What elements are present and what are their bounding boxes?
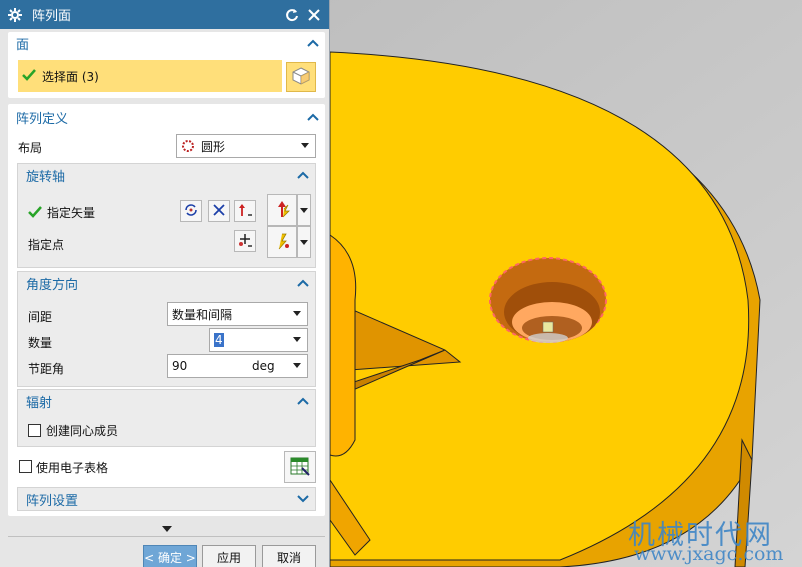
chevron-down-icon bbox=[293, 363, 301, 368]
vector-options-dropdown[interactable] bbox=[297, 194, 311, 226]
rotation-axis-title: 旋转轴 bbox=[26, 169, 66, 185]
array-definition-header[interactable]: 阵列定义 bbox=[8, 104, 325, 130]
rotation-axis-header[interactable]: 旋转轴 bbox=[18, 164, 315, 186]
circular-layout-icon bbox=[181, 139, 195, 153]
divider bbox=[8, 536, 325, 537]
point-plus-icon bbox=[237, 232, 253, 251]
cycle-arrows-icon bbox=[183, 202, 199, 221]
spacing-value: 数量和间隔 bbox=[172, 307, 233, 322]
radiate-group: 辐射 创建同心成员 bbox=[17, 389, 316, 447]
concentric-members-label: 创建同心成员 bbox=[46, 424, 119, 438]
array-settings-group[interactable]: 阵列设置 bbox=[17, 487, 316, 511]
chevron-down-icon bbox=[301, 143, 309, 148]
chevron-down-icon bbox=[293, 311, 301, 316]
cube-icon bbox=[291, 66, 311, 89]
array-settings-header[interactable]: 阵列设置 bbox=[18, 488, 315, 510]
array-definition-title: 阵列定义 bbox=[16, 111, 69, 127]
cross-arrows-icon bbox=[211, 202, 227, 221]
gear-icon[interactable] bbox=[6, 6, 24, 24]
check-icon bbox=[28, 206, 42, 221]
use-spreadsheet-checkbox[interactable] bbox=[19, 460, 32, 473]
face-section-header[interactable]: 面 bbox=[8, 32, 325, 54]
chevron-up-icon[interactable] bbox=[295, 275, 311, 291]
triangle-down-icon bbox=[162, 521, 172, 535]
chevron-down-icon bbox=[300, 203, 308, 217]
face-section: 面 选择面 (3) bbox=[8, 32, 325, 98]
close-icon[interactable] bbox=[305, 6, 323, 24]
rotation-axis-group: 旋转轴 指定矢量 指定点 bbox=[17, 163, 316, 268]
pattern-face-dialog: 阵列面 面 选择面 (3) 阵列定义 布局 圆形 旋转轴 指定矢量 指定点 角度… bbox=[0, 0, 330, 567]
angular-direction-title: 角度方向 bbox=[26, 277, 79, 293]
chevron-down-icon[interactable] bbox=[295, 491, 311, 507]
angular-direction-header[interactable]: 角度方向 bbox=[18, 272, 315, 294]
chevron-up-icon[interactable] bbox=[305, 35, 321, 51]
axis-vector-icon bbox=[237, 202, 253, 221]
chevron-down-icon bbox=[293, 337, 301, 342]
layout-label: 布局 bbox=[18, 141, 43, 155]
spreadsheet-button[interactable] bbox=[284, 451, 316, 483]
concentric-members-checkbox[interactable] bbox=[28, 424, 41, 437]
chevron-up-icon[interactable] bbox=[295, 167, 311, 183]
chevron-down-icon bbox=[300, 235, 308, 249]
layout-value: 圆形 bbox=[201, 139, 226, 154]
count-input[interactable]: 4 bbox=[209, 328, 308, 352]
radiate-header[interactable]: 辐射 bbox=[18, 390, 315, 412]
face-select-button[interactable] bbox=[286, 62, 316, 92]
pitch-angle-label: 节距角 bbox=[28, 362, 65, 376]
chevron-up-icon[interactable] bbox=[305, 109, 321, 125]
radiate-title: 辐射 bbox=[26, 395, 53, 411]
vector-cross-button[interactable] bbox=[208, 200, 230, 222]
vector-axis-button[interactable] bbox=[234, 200, 256, 222]
inferred-vector-icon bbox=[272, 199, 292, 222]
use-spreadsheet-label: 使用电子表格 bbox=[36, 461, 109, 475]
vector-reverse-button[interactable] bbox=[180, 200, 202, 222]
angular-direction-group: 角度方向 间距 数量和间隔 数量 4 节距角 90 deg bbox=[17, 271, 316, 387]
ok-button[interactable]: < 确定 > bbox=[143, 545, 197, 567]
layout-dropdown[interactable]: 圆形 bbox=[176, 134, 316, 158]
inferred-vector-button[interactable] bbox=[267, 194, 297, 226]
array-settings-title: 阵列设置 bbox=[26, 493, 79, 509]
face-section-title: 面 bbox=[16, 37, 30, 53]
apply-button[interactable]: 应用 bbox=[202, 545, 256, 567]
count-label: 数量 bbox=[28, 336, 53, 350]
spacing-dropdown[interactable]: 数量和间隔 bbox=[167, 302, 308, 326]
dialog-title: 阵列面 bbox=[32, 9, 72, 24]
specify-point-label: 指定点 bbox=[28, 238, 65, 252]
select-face-row[interactable]: 选择面 (3) bbox=[18, 60, 282, 92]
pitch-angle-value: 90 bbox=[172, 359, 188, 373]
dialog-titlebar[interactable]: 阵列面 bbox=[0, 0, 329, 29]
spreadsheet-icon bbox=[289, 455, 311, 480]
pitch-angle-unit: deg bbox=[252, 359, 275, 373]
cancel-button[interactable]: 取消 bbox=[262, 545, 316, 567]
point-options-dropdown[interactable] bbox=[297, 226, 311, 258]
select-face-label: 选择面 (3) bbox=[42, 69, 99, 84]
array-definition-section: 阵列定义 布局 圆形 旋转轴 指定矢量 指定点 角度方向 间距 数量和间隔 数量… bbox=[8, 104, 325, 516]
count-value: 4 bbox=[214, 333, 224, 347]
inferred-point-icon bbox=[272, 231, 292, 254]
point-dialog-button[interactable] bbox=[234, 230, 256, 252]
reset-icon[interactable] bbox=[283, 6, 301, 24]
more-options-toggle[interactable] bbox=[160, 523, 174, 533]
inferred-point-button[interactable] bbox=[267, 226, 297, 258]
chevron-up-icon[interactable] bbox=[295, 393, 311, 409]
specify-vector-label: 指定矢量 bbox=[47, 206, 96, 220]
watermark-url: www.jxagc.com bbox=[634, 543, 784, 565]
spacing-label: 间距 bbox=[28, 310, 53, 324]
check-icon bbox=[22, 68, 36, 84]
pitch-angle-input[interactable]: 90 deg bbox=[167, 354, 308, 378]
